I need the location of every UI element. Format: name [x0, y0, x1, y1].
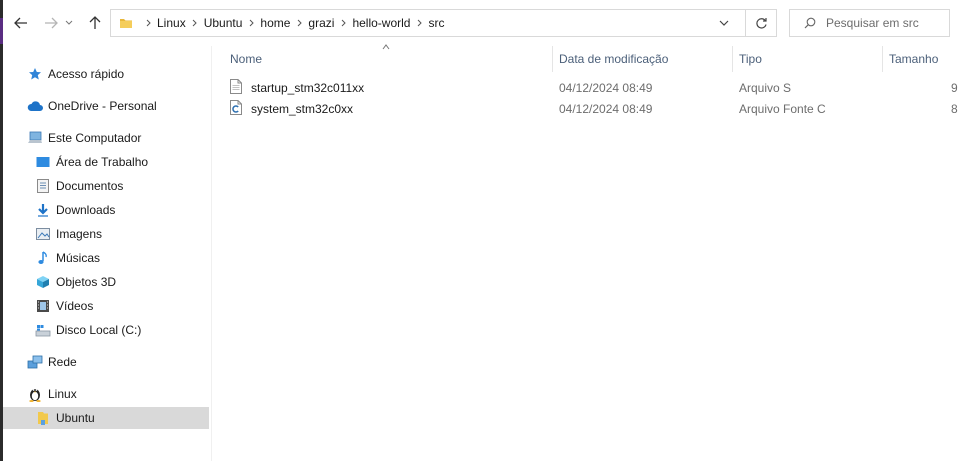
breadcrumb: Linux Ubuntu home grazi hello-world src: [139, 16, 444, 30]
chevron-down-icon: [719, 20, 729, 26]
images-icon: [35, 226, 51, 242]
nav-item-downloads[interactable]: Downloads: [3, 199, 209, 221]
file-type: Arquivo Fonte C: [739, 101, 826, 116]
search-input[interactable]: [826, 16, 946, 30]
computer-icon: [27, 130, 43, 146]
refresh-button[interactable]: [745, 10, 776, 36]
nav-item-videos[interactable]: Vídeos: [3, 295, 209, 317]
nav-item-images[interactable]: Imagens: [3, 223, 209, 245]
breadcrumb-home[interactable]: home: [260, 16, 290, 30]
column-divider[interactable]: [552, 46, 553, 72]
nav-item-linux[interactable]: Linux: [3, 383, 209, 405]
nav-item-label: Área de Trabalho: [56, 155, 149, 169]
cube-icon: [35, 274, 51, 290]
file-name: startup_stm32c011xx: [251, 80, 365, 95]
nav-item-label: Acesso rápido: [48, 67, 125, 81]
nav-item-label: Disco Local (C:): [56, 323, 142, 337]
linux-icon: [27, 386, 43, 402]
column-header-modified[interactable]: Data de modificação: [559, 46, 729, 72]
breadcrumb-chevron-icon[interactable]: [139, 19, 157, 27]
file-size: 9: [951, 80, 958, 95]
arrow-right-icon: [45, 17, 58, 29]
column-divider[interactable]: [882, 46, 883, 72]
nav-item-this-pc[interactable]: Este Computador: [3, 127, 209, 149]
breadcrumb-chevron-icon[interactable]: [186, 19, 204, 27]
recent-locations-button[interactable]: [62, 12, 76, 34]
nav-item-label: Imagens: [56, 227, 103, 241]
drive-icon: [35, 322, 51, 338]
breadcrumb-ubuntu[interactable]: Ubuntu: [204, 16, 243, 30]
chevron-down-icon: [65, 20, 73, 25]
navigation-pane: Acesso rápido OneDrive - Personal Este C…: [3, 46, 212, 461]
cloud-icon: [27, 98, 43, 114]
address-row: Linux Ubuntu home grazi hello-world src: [3, 0, 958, 46]
nav-item-label: Linux: [48, 387, 77, 401]
breadcrumb-hello-world[interactable]: hello-world: [352, 16, 410, 30]
file-type: Arquivo S: [739, 80, 792, 95]
file-modified: 04/12/2024 08:49: [559, 80, 653, 95]
nav-item-label: OneDrive - Personal: [48, 99, 157, 113]
breadcrumb-chevron-icon[interactable]: [290, 19, 308, 27]
nav-item-label: Downloads: [56, 203, 116, 217]
star-icon: [27, 66, 43, 82]
forward-button[interactable]: [40, 12, 62, 34]
search-icon: [804, 17, 816, 29]
table-row[interactable]: system_stm32c0xx 04/12/2024 08:49 Arquiv…: [226, 98, 958, 119]
table-row[interactable]: startup_stm32c011xx 04/12/2024 08:49 Arq…: [226, 77, 958, 98]
nav-item-network[interactable]: Rede: [3, 351, 209, 373]
nav-item-music[interactable]: Músicas: [3, 247, 209, 269]
nav-item-3d-objects[interactable]: Objetos 3D: [3, 271, 209, 293]
nav-item-label: Músicas: [56, 251, 101, 265]
video-icon: [35, 298, 51, 314]
nav-item-ubuntu[interactable]: Ubuntu: [3, 407, 209, 429]
c-file-icon: [230, 100, 242, 115]
nav-item-label: Documentos: [56, 179, 124, 193]
music-icon: [35, 250, 51, 266]
desktop-icon: [35, 154, 51, 170]
arrow-left-icon: [14, 17, 27, 29]
back-button[interactable]: [10, 12, 32, 34]
nav-item-label: Objetos 3D: [56, 275, 117, 289]
breadcrumb-chevron-icon[interactable]: [334, 19, 352, 27]
nav-item-label: Este Computador: [48, 131, 142, 145]
folder-icon: [120, 19, 132, 28]
download-icon: [35, 202, 51, 218]
refresh-icon: [755, 17, 767, 29]
breadcrumb-linux[interactable]: Linux: [157, 16, 186, 30]
column-header-size[interactable]: Tamanho: [889, 46, 958, 72]
breadcrumb-src[interactable]: src: [428, 16, 444, 30]
folder-icon: [35, 410, 51, 426]
network-icon: [27, 354, 43, 370]
nav-item-desktop[interactable]: Área de Trabalho: [3, 151, 209, 173]
nav-item-onedrive[interactable]: OneDrive - Personal: [3, 95, 209, 117]
nav-item-quick-access[interactable]: Acesso rápido: [3, 63, 209, 85]
column-header-name[interactable]: Nome: [230, 46, 550, 72]
breadcrumb-chevron-icon[interactable]: [242, 19, 260, 27]
file-modified: 04/12/2024 08:49: [559, 101, 653, 116]
arrow-up-icon: [89, 16, 101, 29]
file-size: 8: [951, 101, 958, 116]
file-list: Nome Data de modificação Tipo Tamanho st…: [212, 44, 958, 461]
search-box[interactable]: [789, 9, 950, 37]
text-file-icon: [230, 79, 242, 94]
breadcrumb-grazi[interactable]: grazi: [308, 16, 334, 30]
breadcrumb-chevron-icon[interactable]: [410, 19, 428, 27]
documents-icon: [35, 178, 51, 194]
nav-item-label: Rede: [48, 355, 77, 369]
column-header-type[interactable]: Tipo: [739, 46, 879, 72]
file-name: system_stm32c0xx: [251, 101, 354, 116]
nav-item-documents[interactable]: Documentos: [3, 175, 209, 197]
address-bar[interactable]: Linux Ubuntu home grazi hello-world src: [110, 9, 777, 37]
nav-item-local-disk[interactable]: Disco Local (C:): [3, 319, 209, 341]
nav-item-label: Ubuntu: [56, 411, 95, 425]
nav-item-label: Vídeos: [56, 299, 94, 313]
up-button[interactable]: [84, 12, 106, 34]
column-divider[interactable]: [732, 46, 733, 72]
address-history-dropdown[interactable]: [712, 10, 736, 36]
